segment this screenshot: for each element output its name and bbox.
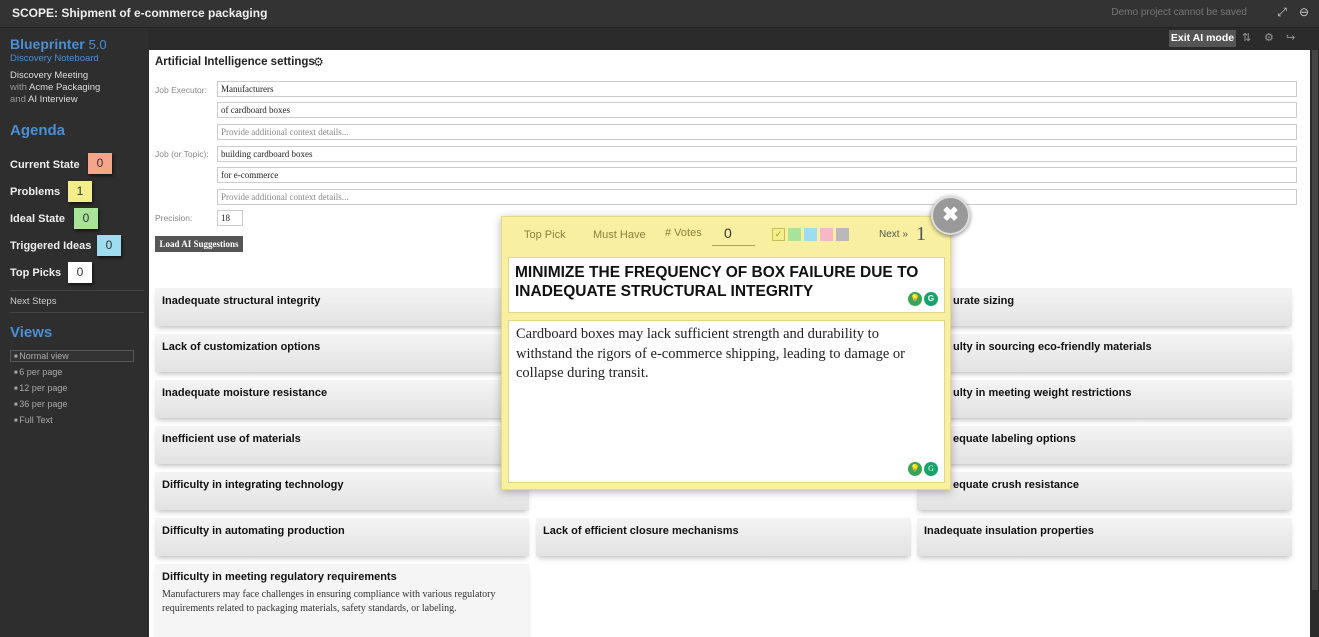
problem-card[interactable]: Lack of customization options <box>155 334 529 372</box>
job-topic-label: Job (or Topic): <box>155 149 209 159</box>
job-executor-label: Job Executor: <box>155 85 207 95</box>
problem-card[interactable]: Lack of efficient closure mechanisms <box>536 518 911 556</box>
close-icon[interactable]: ✖ <box>931 196 970 235</box>
demo-note: Demo project cannot be saved <box>1111 7 1247 18</box>
problem-card[interactable]: Inadequate structural integrity <box>155 288 529 326</box>
precision-field[interactable]: 18 <box>217 210 243 226</box>
job-executor-field[interactable]: Manufacturers <box>217 81 1297 97</box>
executor-context-field[interactable]: Provide additional context details... <box>217 124 1297 140</box>
expand-icon[interactable]: ⤢ <box>1275 5 1289 19</box>
scrollbar[interactable] <box>1312 50 1318 590</box>
triggered-ideas-count: 0 <box>97 235 121 256</box>
must-have-toggle[interactable]: Must Have <box>593 229 646 241</box>
problem-card[interactable]: Inefficient use of materials <box>155 426 529 464</box>
view-12-per-page[interactable]: 12 per page <box>14 383 67 393</box>
votes-underline <box>712 245 755 246</box>
problem-card[interactable]: ulty in meeting weight restrictions <box>917 380 1292 418</box>
current-state-count: 0 <box>88 153 112 174</box>
ai-settings-title: Artificial Intelligence settings <box>155 56 315 68</box>
color-swatch-pink[interactable] <box>820 228 833 241</box>
problem-card[interactable]: Difficulty in automating production <box>155 518 529 556</box>
topic-context-field[interactable]: Provide additional context details... <box>217 189 1297 205</box>
top-pick-toggle[interactable]: Top Pick <box>524 229 566 241</box>
ideal-state-count: 0 <box>74 208 98 229</box>
note-editor-popup: Top Pick Must Have # Votes 0 ✓ Next » 1 … <box>501 216 951 490</box>
problem-card[interactable]: Difficulty in meeting regulatory require… <box>155 564 529 637</box>
problem-card[interactable]: Inadequate moisture resistance <box>155 380 529 418</box>
scope-title: SCOPE: Shipment of e-commerce packaging <box>12 6 268 20</box>
problem-card[interactable]: ulty in sourcing eco-friendly materials <box>917 334 1292 372</box>
meeting-info: Discovery Meeting with Acme Packaging an… <box>10 70 101 105</box>
view-normal[interactable]: Normal view <box>10 350 134 362</box>
divider <box>10 312 144 313</box>
job-topic-field[interactable]: building cardboard boxes <box>217 146 1297 162</box>
color-swatch-blue[interactable] <box>804 228 817 241</box>
problems-count: 1 <box>68 181 92 202</box>
problem-card[interactable]: equate labeling options <box>917 426 1292 464</box>
brand-subtitle: Discovery Noteboard <box>10 53 99 64</box>
gear-icon[interactable]: ⚙ <box>313 55 324 69</box>
problem-card[interactable]: equate crush resistance <box>917 472 1292 510</box>
agenda-item-current-state[interactable]: Current State <box>10 159 80 171</box>
problem-card[interactable]: Difficulty in integrating technology <box>155 472 529 510</box>
share-icon[interactable]: ↪ <box>1286 31 1295 44</box>
color-swatch-gray[interactable] <box>836 228 849 241</box>
note-number: 1 <box>916 223 926 245</box>
lightbulb-icon[interactable]: 💡 <box>908 292 922 306</box>
agenda-item-ideal-state[interactable]: Ideal State <box>10 213 65 225</box>
note-title-field[interactable]: MINIMIZE THE FREQUENCY OF BOX FAILURE DU… <box>508 257 945 313</box>
view-full-text[interactable]: Full Text <box>14 415 52 425</box>
problem-card[interactable]: urate sizing <box>917 288 1292 326</box>
problem-card[interactable]: Inadequate insulation properties <box>917 518 1292 556</box>
body-tools: 💡 G <box>906 459 938 479</box>
load-ai-suggestions-button[interactable]: Load AI Suggestions <box>155 236 243 252</box>
top-picks-count: 0 <box>68 262 92 283</box>
agenda-heading: Agenda <box>10 122 66 139</box>
view-6-per-page[interactable]: 6 per page <box>14 367 62 377</box>
grammarly-icon[interactable]: G <box>924 461 938 476</box>
job-executor-qualifier-field[interactable]: of cardboard boxes <box>217 102 1297 118</box>
precision-label: Precision: <box>155 213 193 223</box>
agenda-item-top-picks[interactable]: Top Picks <box>10 267 61 279</box>
color-swatch-green[interactable] <box>788 228 801 241</box>
sidebar: Blueprinter 5.0 Discovery Noteboard Disc… <box>0 28 148 637</box>
title-tools: 💡 G <box>906 289 938 308</box>
votes-label: # Votes <box>665 227 702 239</box>
top-bar: SCOPE: Shipment of e-commerce packaging … <box>0 0 1319 28</box>
next-button[interactable]: Next » <box>879 229 908 240</box>
menu-icon[interactable]: ⊖ <box>1297 5 1311 19</box>
grammarly-icon[interactable]: G <box>924 292 938 306</box>
agenda-item-triggered-ideas[interactable]: Triggered Ideas <box>10 240 91 252</box>
color-swatch-yellow[interactable]: ✓ <box>772 228 785 241</box>
next-steps-link[interactable]: Next Steps <box>10 296 56 307</box>
brand-logo: Blueprinter 5.0 <box>10 36 107 52</box>
exit-ai-mode-button[interactable]: Exit AI mode <box>1169 30 1236 47</box>
job-topic-qualifier-field[interactable]: for e-commerce <box>217 167 1297 183</box>
note-body-field[interactable]: Cardboard boxes may lack sufficient stre… <box>508 320 945 483</box>
lightbulb-icon[interactable]: 💡 <box>908 461 922 476</box>
sort-icon[interactable]: ⇅ <box>1242 31 1251 44</box>
agenda-item-problems[interactable]: Problems <box>10 186 60 198</box>
views-heading: Views <box>10 324 53 341</box>
view-36-per-page[interactable]: 36 per page <box>14 399 67 409</box>
votes-input[interactable]: 0 <box>724 225 732 241</box>
gear-icon[interactable]: ⚙ <box>1264 31 1274 44</box>
divider <box>10 290 144 291</box>
